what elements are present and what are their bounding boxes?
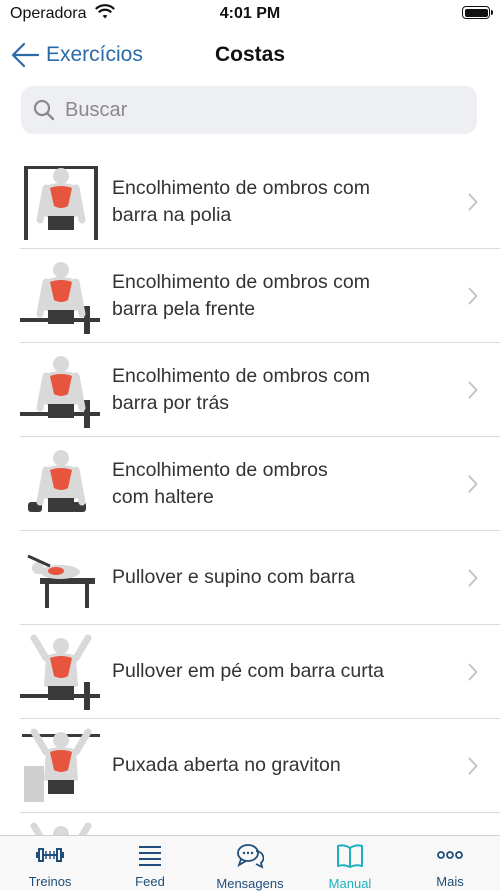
- chevron-right-icon: [468, 569, 478, 586]
- exercise-name: Puxada aberta no graviton: [112, 754, 341, 776]
- back-arrow-icon: [11, 42, 40, 68]
- exercise-list: Encolhimento de ombros com barra na polia…: [0, 155, 500, 835]
- search-icon: [33, 99, 55, 121]
- exercise-thumbnail-cable-shrug: [20, 162, 102, 242]
- exercise-thumbnail-barbell-behind-shrug: [20, 350, 102, 430]
- list-item[interactable]: Encolhimento de ombros com haltere: [20, 437, 500, 531]
- exercise-name: Encolhimento de ombros com barra pela fre…: [112, 270, 370, 320]
- clock: 4:01 PM: [219, 5, 281, 22]
- tab-mensagens[interactable]: Mensagens: [200, 836, 300, 891]
- list-item[interactable]: Puxada aberta no graviton: [20, 719, 500, 813]
- list-icon: [137, 843, 163, 872]
- dumbbell-icon: [36, 843, 64, 872]
- exercise-name: Encolhimento de ombros com barra na polia: [112, 176, 370, 226]
- chevron-right-icon: [468, 193, 478, 210]
- tab-label: Treinos: [28, 874, 72, 889]
- tab-label: Mais: [436, 874, 464, 889]
- exercise-thumbnail-standing-pullover: [20, 632, 102, 712]
- tab-treinos[interactable]: Treinos: [0, 836, 100, 890]
- search-input[interactable]: [63, 97, 447, 123]
- exercise-thumbnail-pulldown: [20, 820, 102, 835]
- back-button[interactable]: Exercícios: [10, 40, 143, 70]
- tab-mais[interactable]: Mais: [400, 836, 500, 890]
- status-bar: Operadora 4:01 PM: [0, 0, 500, 30]
- chevron-right-icon: [468, 287, 478, 304]
- exercise-thumbnail-barbell-front-shrug: [20, 256, 102, 336]
- exercise-name: Encolhimento de ombros com haltere: [112, 458, 328, 508]
- chevron-right-icon: [468, 381, 478, 398]
- exercise-name: Encolhimento de ombros com barra por trás: [112, 364, 370, 414]
- exercise-thumbnail-dumbbell-shrug: [20, 444, 102, 524]
- battery-icon: [462, 6, 493, 19]
- tab-bar: Treinos Feed Mensagens Manual Mais: [0, 835, 500, 891]
- list-item[interactable]: Encolhimento de ombros com barra na polia: [20, 155, 500, 249]
- exercise-thumbnail-graviton-pulldown: [20, 726, 102, 806]
- search-bar[interactable]: [21, 86, 477, 134]
- chevron-right-icon: [468, 475, 478, 492]
- chat-icon: [236, 843, 265, 874]
- tab-feed[interactable]: Feed: [100, 836, 200, 890]
- tab-manual[interactable]: Manual: [300, 836, 400, 891]
- more-icon: [436, 843, 464, 872]
- navigation-bar: Exercícios Costas: [0, 30, 500, 82]
- list-item[interactable]: Encolhimento de ombros com barra por trás: [20, 343, 500, 437]
- chevron-right-icon: [468, 663, 478, 680]
- exercise-thumbnail-pullover-press: [20, 538, 102, 618]
- book-icon: [336, 843, 364, 874]
- exercise-name: Pullover e supino com barra: [112, 566, 355, 588]
- tab-label: Feed: [135, 874, 165, 889]
- list-item[interactable]: Puxada aberta na frente: [20, 813, 500, 835]
- exercise-name: Pullover em pé com barra curta: [112, 660, 385, 682]
- chevron-right-icon: [468, 757, 478, 774]
- list-item[interactable]: Pullover e supino com barra: [20, 531, 500, 625]
- list-item[interactable]: Encolhimento de ombros com barra pela fre…: [20, 249, 500, 343]
- back-label: Exercícios: [46, 43, 143, 66]
- list-item[interactable]: Pullover em pé com barra curta: [20, 625, 500, 719]
